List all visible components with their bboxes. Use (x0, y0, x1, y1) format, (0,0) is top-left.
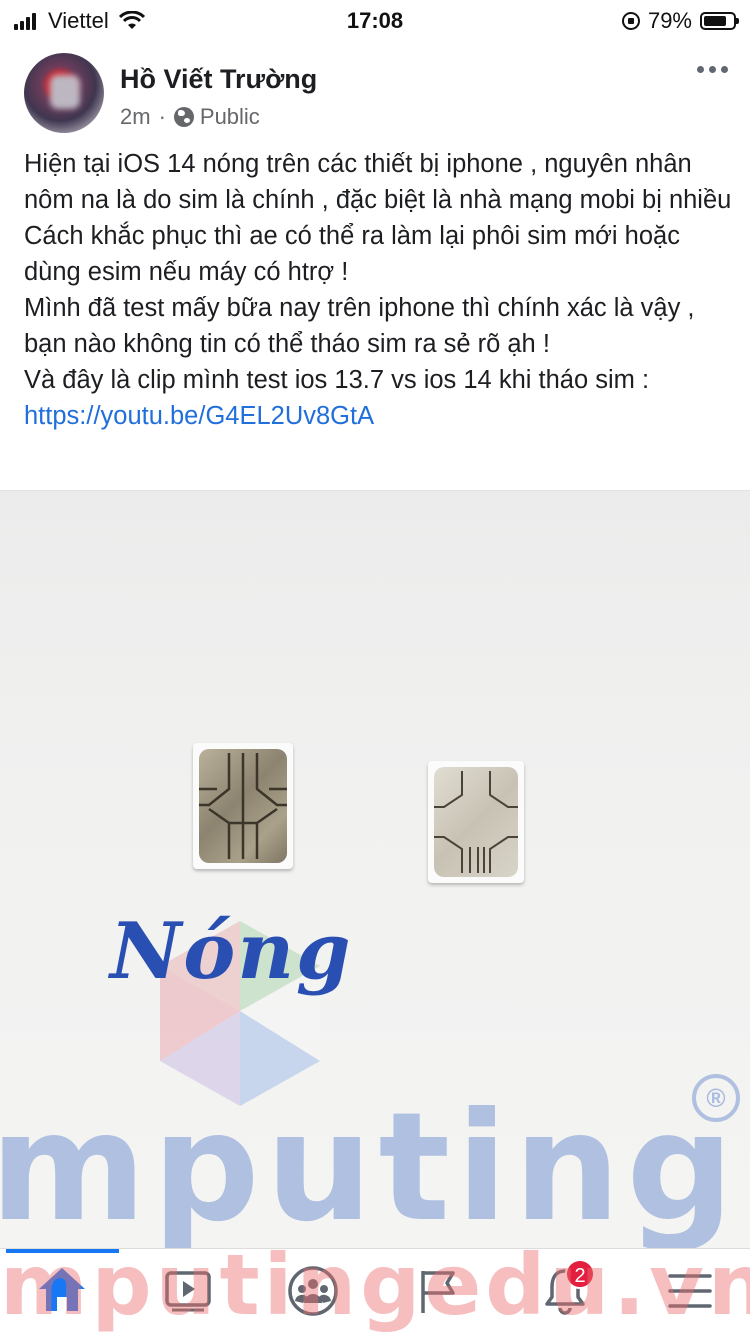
status-bar: Viettel 17:08 79% (0, 0, 750, 40)
rotation-lock-icon (621, 12, 640, 30)
nav-watch[interactable] (158, 1265, 218, 1321)
nav-groups[interactable] (283, 1265, 343, 1321)
post-line: Và đây là clip mình test ios 13.7 vs ios… (24, 366, 650, 394)
post-line: Cách khắc phục thì ae có thể ra làm lại … (24, 222, 680, 286)
registered-mark: ® (692, 1074, 740, 1122)
menu-icon (668, 1274, 712, 1308)
youtube-link[interactable]: https://youtu.be/G4EL2Uv8GtA (24, 402, 374, 430)
handwriting-text: Nóng (110, 906, 353, 997)
battery-icon (700, 12, 739, 30)
post-header: Hồ Viết Trường 2m · Public (0, 48, 750, 138)
sim-card-new (428, 761, 524, 883)
more-options-button[interactable] (697, 66, 728, 73)
globe-icon (173, 107, 194, 127)
avatar[interactable] (24, 53, 104, 133)
meta-separator: · (158, 104, 166, 129)
active-tab-indicator (6, 1249, 119, 1253)
post-photo[interactable]: Nóng mputing ® (0, 490, 750, 1251)
sim-card-old (193, 743, 293, 869)
post-meta: 2m · Public (120, 104, 260, 130)
privacy-label[interactable]: Public (200, 104, 260, 130)
groups-icon (288, 1266, 338, 1316)
home-icon (39, 1268, 85, 1311)
nav-notifications[interactable]: 2 (535, 1259, 595, 1321)
battery-percent: 79% (647, 8, 692, 33)
author-name[interactable]: Hồ Viết Trường (120, 64, 317, 95)
nav-pages[interactable] (409, 1265, 469, 1321)
nav-menu[interactable] (660, 1265, 720, 1321)
bottom-nav: 2 (0, 1248, 750, 1335)
post-line: Mình đã test mấy bữa nay trên iphone thì… (24, 294, 695, 358)
notification-badge: 2 (565, 1259, 595, 1289)
post-line: Hiện tại iOS 14 nóng trên các thiết bị i… (24, 150, 732, 214)
pages-icon (421, 1271, 455, 1313)
nav-home[interactable] (32, 1265, 92, 1321)
watch-icon (165, 1271, 211, 1312)
status-right: 79% (621, 8, 739, 34)
post-time[interactable]: 2m (120, 104, 151, 130)
watermark-text: mputing (0, 1081, 740, 1251)
post-text: Hiện tại iOS 14 nóng trên các thiết bị i… (24, 146, 732, 434)
